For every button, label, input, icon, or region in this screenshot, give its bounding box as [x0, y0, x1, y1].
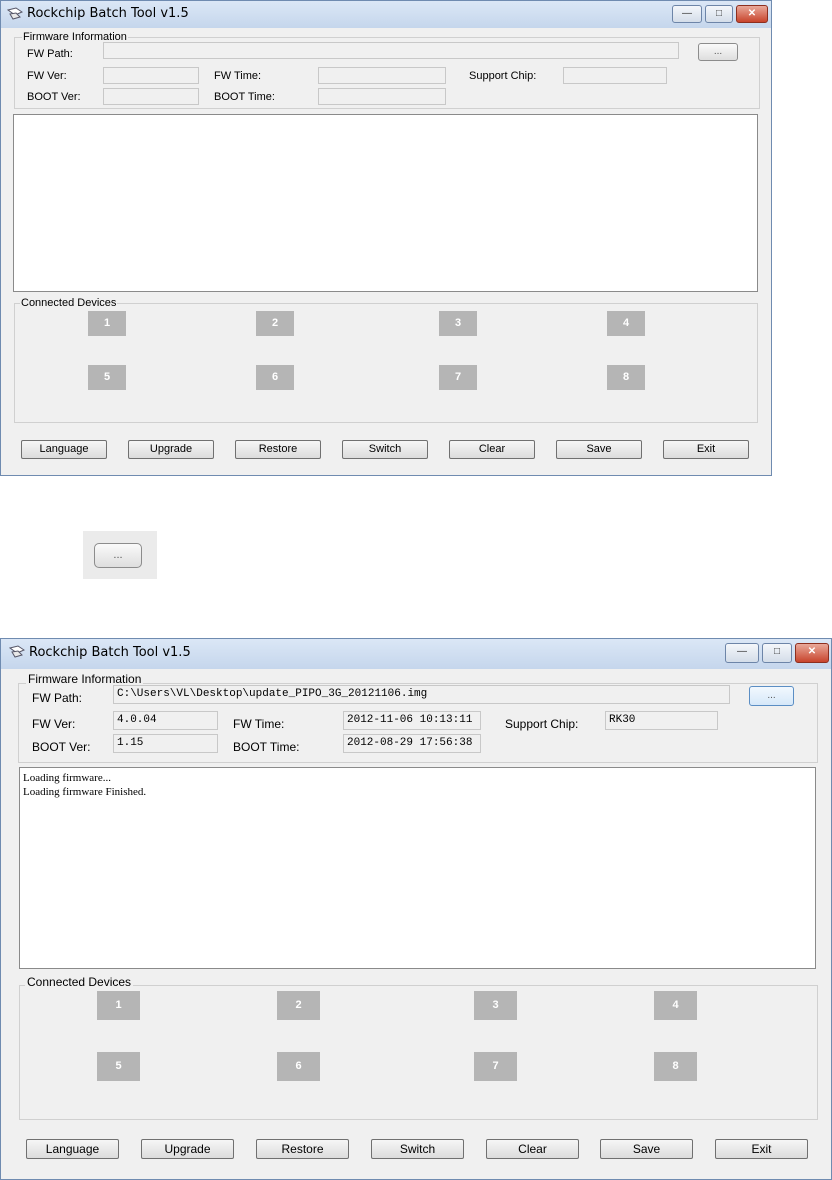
fw-ver-field: 4.0.04	[113, 711, 218, 730]
device-slot-3[interactable]: 3	[474, 991, 517, 1020]
minimize-button[interactable]: —	[672, 5, 702, 23]
close-button[interactable]: ✕	[795, 643, 829, 663]
maximize-button[interactable]: □	[705, 5, 733, 23]
fw-path-label: FW Path:	[32, 691, 83, 705]
boot-time-label: BOOT Time:	[214, 91, 275, 103]
device-slot-5[interactable]: 5	[97, 1052, 140, 1081]
device-slot-2[interactable]: 2	[277, 991, 320, 1020]
fw-time-label: FW Time:	[214, 70, 262, 82]
browse-button-zoomed[interactable]: ...	[94, 543, 142, 568]
device-slot-6[interactable]: 6	[256, 365, 294, 390]
switch-button[interactable]: Switch	[371, 1139, 464, 1159]
app-icon	[8, 645, 26, 659]
fw-path-field[interactable]	[103, 42, 679, 59]
maximize-button[interactable]: □	[762, 643, 792, 663]
app-window-loaded: Rockchip Batch Tool v1.5 — □ ✕ Firmware …	[0, 638, 832, 1180]
fw-path-label: FW Path:	[27, 48, 73, 60]
language-button[interactable]: Language	[21, 440, 107, 459]
support-chip-field	[563, 67, 667, 84]
exit-button[interactable]: Exit	[663, 440, 749, 459]
exit-button[interactable]: Exit	[715, 1139, 808, 1159]
device-slot-5[interactable]: 5	[88, 365, 126, 390]
close-button[interactable]: ✕	[736, 5, 768, 23]
support-chip-label: Support Chip:	[505, 717, 579, 731]
device-slot-4[interactable]: 4	[654, 991, 697, 1020]
fw-ver-label: FW Ver:	[32, 717, 76, 731]
device-slot-2[interactable]: 2	[256, 311, 294, 336]
clear-button[interactable]: Clear	[449, 440, 535, 459]
window-title: Rockchip Batch Tool v1.5	[27, 6, 189, 21]
upgrade-button[interactable]: Upgrade	[128, 440, 214, 459]
device-slot-1[interactable]: 1	[88, 311, 126, 336]
boot-ver-field: 1.15	[113, 734, 218, 753]
save-button[interactable]: Save	[600, 1139, 693, 1159]
boot-ver-field	[103, 88, 199, 105]
boot-time-label: BOOT Time:	[233, 740, 300, 754]
device-slot-6[interactable]: 6	[277, 1052, 320, 1081]
fw-time-field	[318, 67, 446, 84]
device-slot-7[interactable]: 7	[474, 1052, 517, 1081]
browse-button[interactable]: ...	[698, 43, 738, 61]
minimize-button[interactable]: —	[725, 643, 759, 663]
device-slot-1[interactable]: 1	[97, 991, 140, 1020]
browse-button-closeup: ...	[83, 531, 157, 579]
upgrade-button[interactable]: Upgrade	[141, 1139, 234, 1159]
log-output[interactable]: Loading firmware... Loading firmware Fin…	[19, 767, 816, 969]
app-icon	[6, 7, 24, 21]
title-bar[interactable]: Rockchip Batch Tool v1.5 — □ ✕	[1, 1, 771, 28]
restore-button[interactable]: Restore	[235, 440, 321, 459]
fw-time-field: 2012-11-06 10:13:11	[343, 711, 481, 730]
device-slot-3[interactable]: 3	[439, 311, 477, 336]
fw-ver-field	[103, 67, 199, 84]
clear-button[interactable]: Clear	[486, 1139, 579, 1159]
connected-devices-title: Connected Devices	[20, 297, 118, 309]
boot-ver-label: BOOT Ver:	[27, 91, 81, 103]
title-bar[interactable]: Rockchip Batch Tool v1.5 — □ ✕	[1, 639, 831, 669]
fw-path-field[interactable]: C:\Users\VL\Desktop\update_PIPO_3G_20121…	[113, 685, 730, 704]
device-slot-8[interactable]: 8	[607, 365, 645, 390]
device-slot-8[interactable]: 8	[654, 1052, 697, 1081]
connected-devices-title: Connected Devices	[25, 975, 134, 989]
boot-time-field	[318, 88, 446, 105]
app-window-initial: Rockchip Batch Tool v1.5 — □ ✕ Firmware …	[0, 0, 772, 476]
support-chip-field: RK30	[605, 711, 718, 730]
device-slot-4[interactable]: 4	[607, 311, 645, 336]
fw-time-label: FW Time:	[233, 717, 285, 731]
language-button[interactable]: Language	[26, 1139, 119, 1159]
restore-button[interactable]: Restore	[256, 1139, 349, 1159]
browse-button[interactable]: ...	[749, 686, 794, 706]
support-chip-label: Support Chip:	[469, 70, 537, 82]
log-output[interactable]	[13, 114, 758, 292]
save-button[interactable]: Save	[556, 440, 642, 459]
fw-ver-label: FW Ver:	[27, 70, 67, 82]
switch-button[interactable]: Switch	[342, 440, 428, 459]
device-slot-7[interactable]: 7	[439, 365, 477, 390]
boot-time-field: 2012-08-29 17:56:38	[343, 734, 481, 753]
boot-ver-label: BOOT Ver:	[32, 740, 91, 754]
window-title: Rockchip Batch Tool v1.5	[29, 645, 191, 660]
firmware-info-title: Firmware Information	[26, 672, 144, 686]
